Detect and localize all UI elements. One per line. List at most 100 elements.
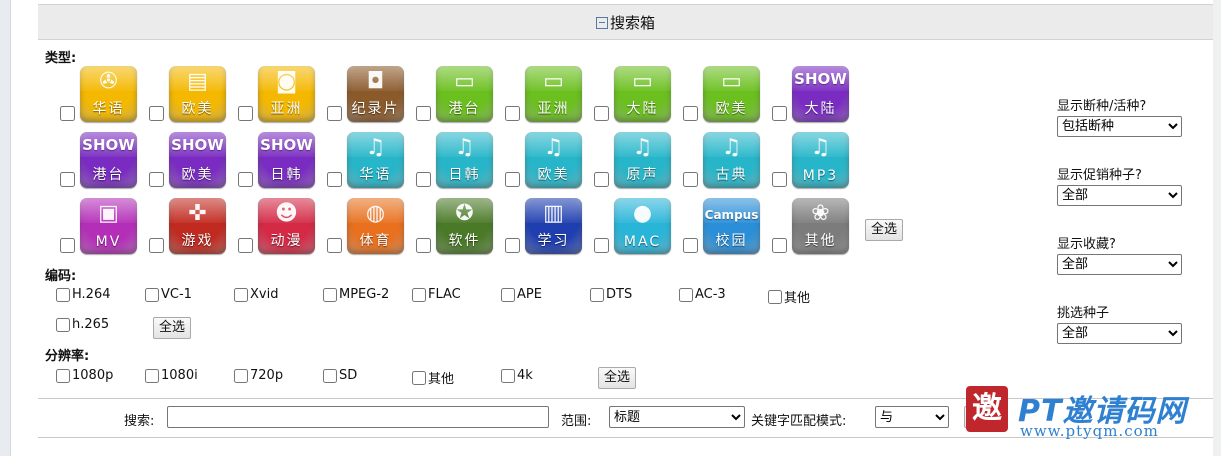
headphones-icon[interactable]: ♫ 日韩 xyxy=(436,132,493,188)
clapperboard-icon[interactable]: ▤ 欧美 xyxy=(169,66,226,122)
codec-option[interactable]: VC-1 xyxy=(145,287,192,302)
codec-option[interactable]: H.264 xyxy=(56,287,111,302)
pick-torrent-select[interactable]: 全部 xyxy=(1057,323,1182,344)
category-checkbox[interactable] xyxy=(683,172,698,187)
category-checkbox[interactable] xyxy=(327,172,342,187)
headphones-icon[interactable]: ♫ 华语 xyxy=(347,132,404,188)
codec-checkbox[interactable] xyxy=(679,287,693,302)
resolution-checkbox[interactable] xyxy=(501,368,515,383)
category-checkbox[interactable] xyxy=(594,238,609,253)
codec-checkbox[interactable] xyxy=(56,287,70,302)
category-checkbox[interactable] xyxy=(149,172,164,187)
tv-icon[interactable]: ▭ 港台 xyxy=(436,66,493,122)
category-checkbox[interactable] xyxy=(772,106,787,121)
resolution-option[interactable]: 4k xyxy=(501,368,533,383)
codec-checkbox[interactable] xyxy=(590,287,604,302)
tv-icon[interactable]: ▭ 大陆 xyxy=(614,66,671,122)
category-checkbox[interactable] xyxy=(505,172,520,187)
dead-torrent-select[interactable]: 包括断种 xyxy=(1057,116,1182,137)
panel-header[interactable]: 搜索箱 xyxy=(38,4,1213,40)
resolution-checkbox[interactable] xyxy=(145,368,159,383)
resolution-option[interactable]: 720p xyxy=(234,368,283,383)
category-checkbox[interactable] xyxy=(683,106,698,121)
codec-option[interactable]: DTS xyxy=(590,287,632,302)
mv-icon[interactable]: ▣ MV xyxy=(80,198,137,254)
category-checkbox[interactable] xyxy=(416,238,431,253)
promotion-select[interactable]: 全部 xyxy=(1057,185,1182,206)
bookmark-select[interactable]: 全部 xyxy=(1057,254,1182,275)
resolution-checkbox[interactable] xyxy=(323,368,337,383)
resolution-option[interactable]: 1080i xyxy=(145,368,198,383)
codec-option[interactable]: FLAC xyxy=(412,287,461,302)
category-checkbox[interactable] xyxy=(505,238,520,253)
codec-option[interactable]: AC-3 xyxy=(679,287,726,302)
tv-icon[interactable]: ▭ 欧美 xyxy=(703,66,760,122)
resolution-option[interactable]: SD xyxy=(323,368,357,383)
category-checkbox[interactable] xyxy=(60,106,75,121)
category-checkbox[interactable] xyxy=(60,172,75,187)
codec-checkbox[interactable] xyxy=(501,287,515,302)
codec-checkbox[interactable] xyxy=(145,287,159,302)
show-icon[interactable]: SHOW 欧美 xyxy=(169,132,226,188)
category-checkbox[interactable] xyxy=(505,106,520,121)
resolution-option[interactable]: 其他 xyxy=(412,368,454,387)
campus-icon[interactable]: Campus 校园 xyxy=(703,198,760,254)
codec-option[interactable]: APE xyxy=(501,287,542,302)
projector-icon[interactable]: ◘ 纪录片 xyxy=(347,66,404,122)
match-mode-label: 关键字匹配模式: xyxy=(751,414,847,429)
codec-checkbox[interactable] xyxy=(323,287,337,302)
select-all-resolutions-button[interactable]: 全选 xyxy=(598,367,637,389)
category-checkbox[interactable] xyxy=(149,238,164,253)
category-checkbox[interactable] xyxy=(149,106,164,121)
codec-checkbox[interactable] xyxy=(56,317,70,332)
category-checkbox[interactable] xyxy=(772,172,787,187)
category-checkbox[interactable] xyxy=(416,172,431,187)
show-icon[interactable]: SHOW 日韩 xyxy=(258,132,315,188)
headphones-icon[interactable]: ♫ 古典 xyxy=(703,132,760,188)
resolution-option[interactable]: 1080p xyxy=(56,368,113,383)
match-mode-select[interactable]: 与 xyxy=(875,406,949,428)
basketball-icon[interactable]: ◍ 体育 xyxy=(347,198,404,254)
search-input[interactable] xyxy=(167,406,549,428)
movie-camera-icon[interactable]: ◙ 亚洲 xyxy=(258,66,315,122)
tv-icon[interactable]: ▭ 亚洲 xyxy=(525,66,582,122)
category-checkbox[interactable] xyxy=(60,238,75,253)
category-checkbox[interactable] xyxy=(238,172,253,187)
category-checkbox[interactable] xyxy=(327,238,342,253)
codec-option[interactable]: MPEG-2 xyxy=(323,287,389,302)
resolution-checkbox[interactable] xyxy=(56,368,70,383)
category-checkbox[interactable] xyxy=(238,106,253,121)
ubuntu-icon[interactable]: ✪ 软件 xyxy=(436,198,493,254)
codec-option[interactable]: 其他 xyxy=(768,287,810,306)
apple-icon[interactable]: ● MAC xyxy=(614,198,671,254)
category-checkbox[interactable] xyxy=(594,172,609,187)
category-checkbox[interactable] xyxy=(594,106,609,121)
category-checkbox[interactable] xyxy=(327,106,342,121)
codec-checkbox[interactable] xyxy=(768,289,782,304)
category-checkbox[interactable] xyxy=(683,238,698,253)
film-reel-icon[interactable]: ✇ 华语 xyxy=(80,66,137,122)
book-icon[interactable]: ▥ 学习 xyxy=(525,198,582,254)
collapse-icon[interactable] xyxy=(595,17,608,29)
codec-checkbox[interactable] xyxy=(234,287,248,302)
show-icon[interactable]: SHOW 港台 xyxy=(80,132,137,188)
select-all-categories-button[interactable]: 全选 xyxy=(865,219,904,241)
codec-option[interactable]: Xvid xyxy=(234,287,278,302)
resolution-checkbox[interactable] xyxy=(412,370,426,385)
gamepad-icon[interactable]: ✜ 游戏 xyxy=(169,198,226,254)
headphones-icon[interactable]: ♫ MP3 xyxy=(792,132,849,188)
show-icon[interactable]: SHOW 大陆 xyxy=(792,66,849,122)
headphones-icon[interactable]: ♫ 原声 xyxy=(614,132,671,188)
headphones-icon[interactable]: ♫ 欧美 xyxy=(525,132,582,188)
select-all-codecs-button[interactable]: 全选 xyxy=(153,317,192,339)
category-checkbox[interactable] xyxy=(416,106,431,121)
anime-icon[interactable]: ☻ 动漫 xyxy=(258,198,315,254)
codec-checkbox[interactable] xyxy=(412,287,426,302)
codec-option[interactable]: h.265 xyxy=(56,317,109,332)
scope-select[interactable]: 标题 xyxy=(609,406,745,428)
grapes-icon[interactable]: ❀ 其他 xyxy=(792,198,849,254)
category-checkbox[interactable] xyxy=(772,238,787,253)
resolution-checkbox[interactable] xyxy=(234,368,248,383)
category-checkbox[interactable] xyxy=(238,238,253,253)
category-label: 原声 xyxy=(626,167,659,183)
